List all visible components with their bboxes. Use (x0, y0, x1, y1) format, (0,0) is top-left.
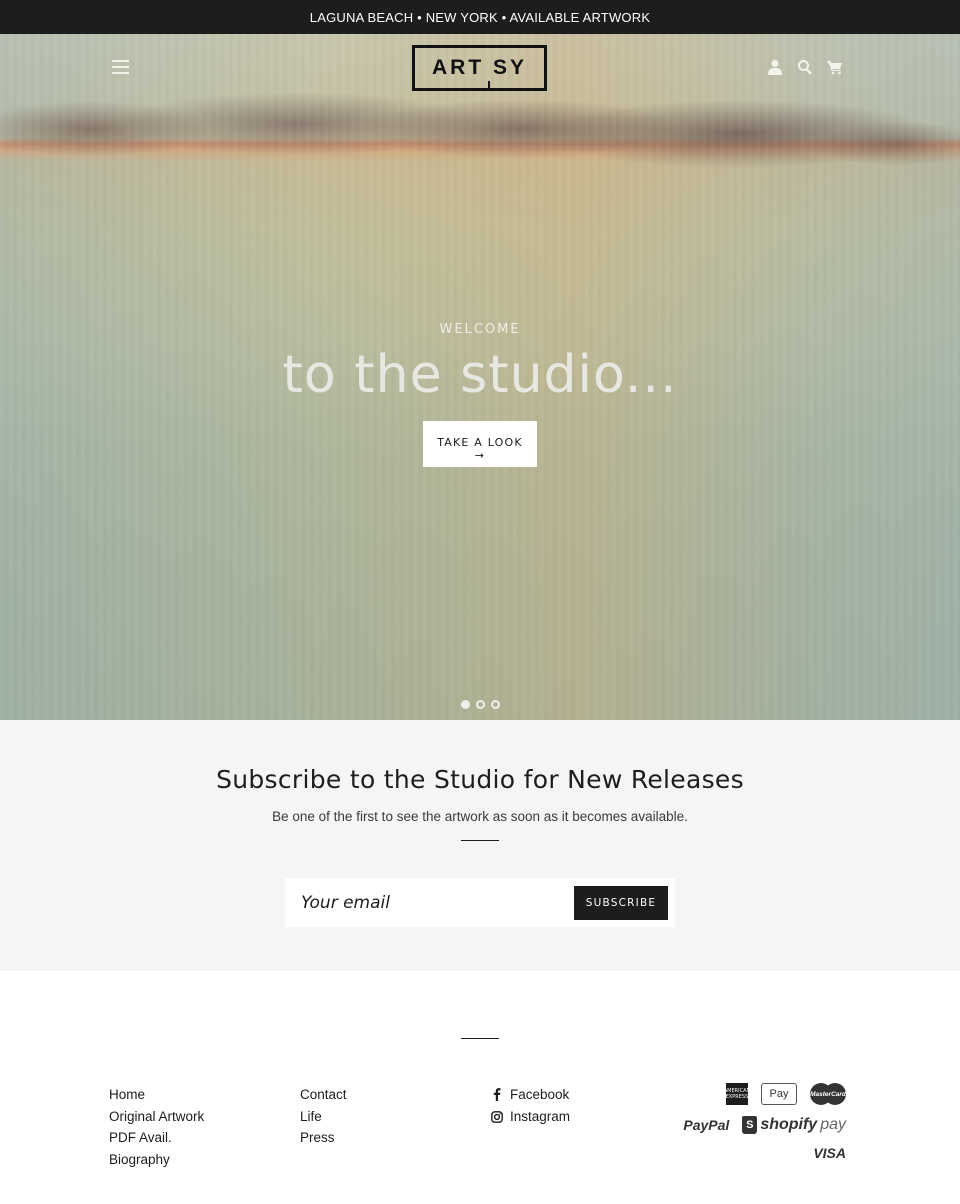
hero-content: WELCOME to the studio... TAKE A LOOK → (0, 322, 960, 467)
newsletter-section: Subscribe to the Studio for New Releases… (0, 720, 960, 971)
footer-link-life[interactable]: Life (300, 1106, 347, 1128)
email-input[interactable] (301, 892, 574, 913)
search-icon[interactable] (796, 58, 814, 76)
footer-link-instagram[interactable]: Instagram (491, 1106, 570, 1128)
visa-icon: VISA (813, 1145, 846, 1161)
subscribe-form: SUBSCRIBE (285, 878, 675, 927)
apple-pay-icon: Pay (761, 1083, 797, 1105)
hero-slideshow: ART SY WELCOME to the studio... TAKE A L… (0, 34, 960, 720)
shopify-bag-icon: S (742, 1116, 758, 1134)
slide-dot-2[interactable] (475, 700, 485, 709)
shopify-pay-icon: S shopify pay (742, 1116, 846, 1134)
instagram-icon (491, 1110, 503, 1123)
newsletter-subtext: Be one of the first to see the artwork a… (272, 809, 688, 824)
cart-icon[interactable] (826, 58, 844, 76)
footer-links-secondary: Contact Life Press (300, 1084, 347, 1149)
newsletter-heading: Subscribe to the Studio for New Releases (216, 765, 744, 794)
account-icon[interactable] (766, 58, 784, 76)
payment-icons: AMERICAN EXPRESS Pay MasterCard PayPal S… (683, 1083, 846, 1172)
header-icons (766, 58, 844, 76)
footer-link-original-artwork[interactable]: Original Artwork (109, 1106, 204, 1128)
hero-title: to the studio... (282, 345, 678, 405)
hero-eyebrow: WELCOME (439, 322, 521, 337)
logo-text: ART SY (431, 56, 527, 79)
instagram-label: Instagram (510, 1108, 571, 1124)
subscribe-button[interactable]: SUBSCRIBE (574, 885, 668, 920)
slideshow-dots (0, 700, 960, 709)
slide-dot-3[interactable] (490, 700, 500, 709)
footer-link-contact[interactable]: Contact (300, 1084, 347, 1106)
arrow-right-icon: → (474, 449, 486, 462)
announcement-bar: LAGUNA BEACH • NEW YORK • AVAILABLE ARTW… (0, 0, 960, 34)
slide-dot-1[interactable] (460, 700, 470, 709)
shopify-brand: shopify (760, 1116, 818, 1133)
footer-link-press[interactable]: Press (300, 1127, 347, 1149)
amex-icon: AMERICAN EXPRESS (724, 1083, 750, 1105)
facebook-label: Facebook (510, 1087, 570, 1102)
footer-link-biography[interactable]: Biography (109, 1149, 204, 1171)
site-logo[interactable]: ART SY (412, 45, 547, 91)
announcement-text: LAGUNA BEACH • NEW YORK • AVAILABLE ARTW… (309, 9, 651, 25)
mastercard-icon: MasterCard (810, 1083, 846, 1105)
take-a-look-button[interactable]: TAKE A LOOK → (423, 421, 537, 467)
footer-social-links: Facebook Instagram (491, 1084, 570, 1127)
footer-divider (461, 1038, 499, 1039)
footer-link-home[interactable]: Home (109, 1084, 204, 1106)
shopify-pay-word: pay (820, 1116, 846, 1133)
footer-link-pdf-avail[interactable]: PDF Avail. (109, 1127, 204, 1149)
paypal-icon: PayPal (683, 1117, 730, 1133)
divider (461, 840, 499, 841)
cta-label: TAKE A LOOK (437, 436, 523, 449)
site-header: ART SY (0, 34, 960, 104)
site-footer: Home Original Artwork PDF Avail. Biograp… (0, 971, 960, 1204)
facebook-icon (491, 1088, 503, 1102)
mastercard-label: MasterCard (810, 1090, 846, 1098)
menu-icon[interactable] (112, 60, 129, 74)
footer-links-primary: Home Original Artwork PDF Avail. Biograp… (109, 1084, 204, 1171)
footer-link-facebook[interactable]: Facebook (491, 1084, 570, 1106)
